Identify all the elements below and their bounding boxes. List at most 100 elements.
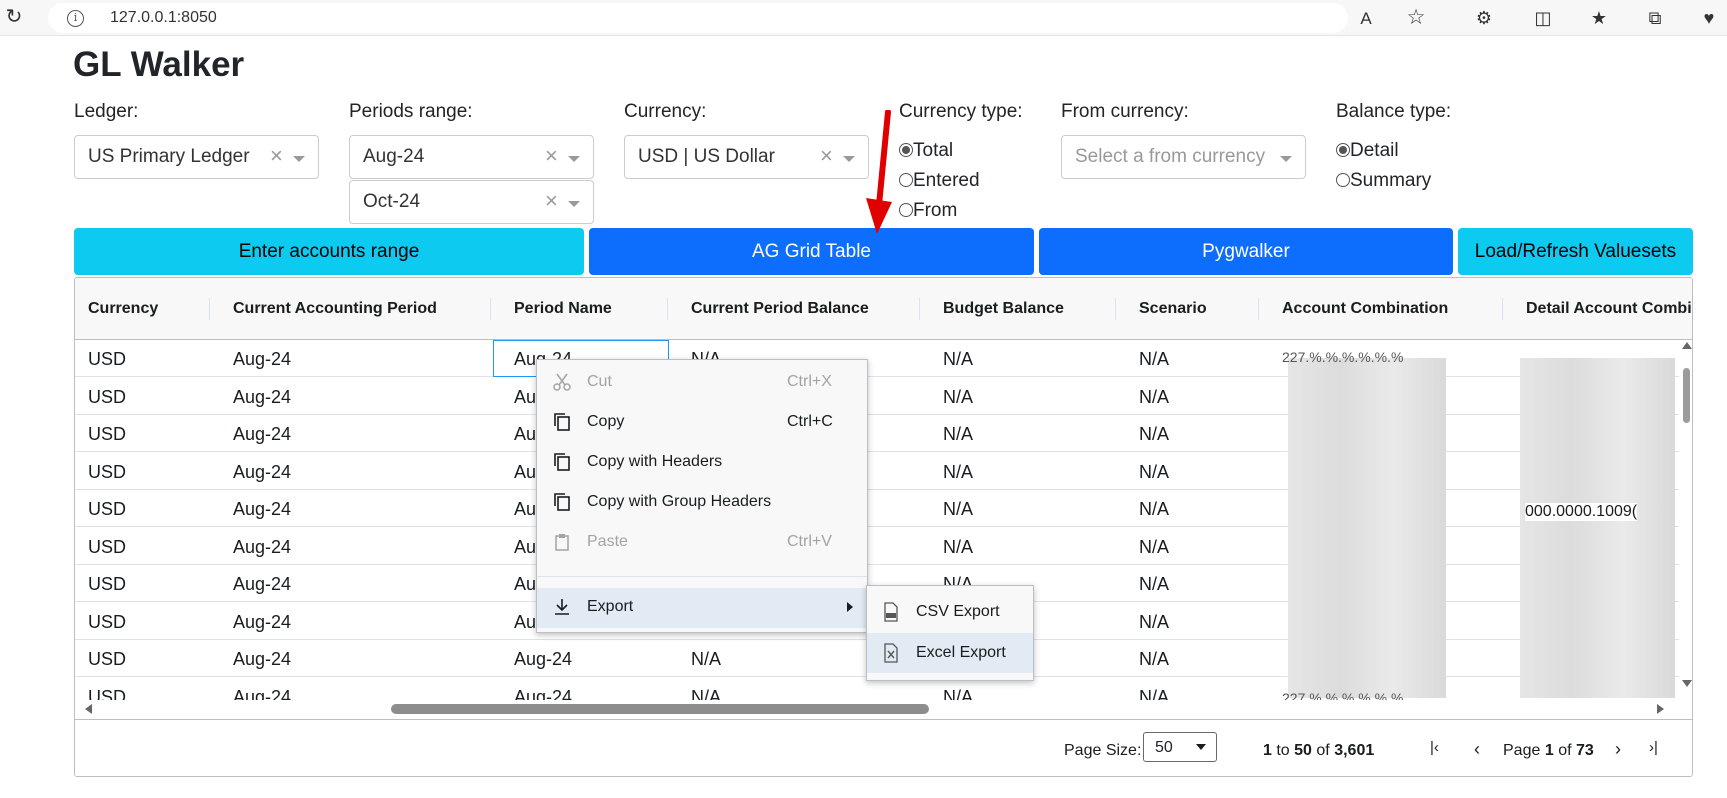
horizontal-scrollbar[interactable] [75,700,1679,718]
scenario-cell[interactable]: N/A [1139,537,1169,558]
column-resizer[interactable] [209,298,210,320]
menu-item-cut[interactable]: Cut Ctrl+X [537,363,867,401]
chevron-down-icon[interactable] [568,201,580,207]
menu-item-copy[interactable]: Copy Ctrl+C [537,403,867,441]
refresh-icon[interactable]: ↻ [3,7,25,27]
currency-type-total-radio[interactable]: Total [899,140,953,168]
column-resizer[interactable] [667,298,668,320]
menu-item-export[interactable]: Export [537,588,867,628]
period-name-cell[interactable]: Au [514,612,536,633]
currency-clear-icon[interactable]: × [820,145,833,167]
menu-item-copy-with-group-headers[interactable]: Copy with Group Headers [537,483,867,521]
column-header[interactable]: Period Name [514,300,612,318]
extensions-icon[interactable]: ⚙ [1473,8,1495,28]
currency-type-entered-radio[interactable]: Entered [899,170,980,198]
site-info-icon[interactable]: i [67,10,84,27]
scenario-cell[interactable]: N/A [1139,462,1169,483]
column-resizer[interactable] [1115,298,1116,320]
scroll-up-icon[interactable] [1682,342,1692,349]
scroll-down-icon[interactable] [1682,680,1692,687]
scenario-cell[interactable]: N/A [1139,387,1169,408]
budget-balance-cell[interactable]: N/A [943,499,973,520]
scroll-right-icon[interactable] [1657,704,1664,714]
load-refresh-valuesets-button[interactable]: Load/Refresh Valuesets [1458,228,1693,275]
period-name-cell[interactable]: Aug-24 [514,649,572,670]
current-period-cell[interactable]: Aug-24 [233,462,291,483]
period-to-dropdown[interactable]: Oct-24 × [349,180,594,224]
ledger-dropdown[interactable]: US Primary Ledger × [74,135,319,179]
table-row[interactable]: USD Aug-24 Au N/A N/A [75,378,1692,415]
current-period-cell[interactable]: Aug-24 [233,387,291,408]
current-period-cell[interactable]: Aug-24 [233,424,291,445]
scenario-cell[interactable]: N/A [1139,424,1169,445]
scenario-cell[interactable]: N/A [1139,499,1169,520]
ledger-clear-icon[interactable]: × [270,145,283,167]
period-name-cell[interactable]: Au [514,387,536,408]
address-bar[interactable]: i 127.0.0.1:8050 A [48,3,1372,33]
table-row[interactable]: USD Aug-24 Au N/A N/A [75,528,1692,565]
period-name-cell[interactable]: Au [514,574,536,595]
scroll-thumb[interactable] [391,704,929,714]
table-row[interactable]: USDAug-24Aug-24N/AN/AN/A [75,340,1692,377]
column-header[interactable]: Budget Balance [943,300,1064,318]
table-row[interactable]: USD Aug-24 Au N/A N/A [75,415,1692,452]
currency-cell[interactable]: USD [88,424,126,445]
column-header[interactable]: Account Combination [1282,300,1448,318]
period-to-clear-icon[interactable]: × [545,190,558,212]
scenario-cell[interactable]: N/A [1139,574,1169,595]
budget-balance-cell[interactable]: N/A [943,349,973,370]
period-name-cell[interactable]: Au [514,537,536,558]
currency-cell[interactable]: USD [88,349,126,370]
chevron-down-icon[interactable] [568,156,580,162]
favorites-icon[interactable]: ★ [1588,8,1610,28]
column-header[interactable]: Current Accounting Period [233,300,437,318]
column-header[interactable]: Detail Account Combi [1526,300,1692,318]
chevron-down-icon[interactable] [293,156,305,162]
from-currency-dropdown[interactable]: Select a from currency [1061,135,1306,179]
period-name-cell[interactable]: Au [514,462,536,483]
menu-item-copy-with-headers[interactable]: Copy with Headers [537,443,867,481]
period-from-clear-icon[interactable]: × [545,145,558,167]
balance-type-detail-radio[interactable]: Detail [1336,140,1399,168]
scenario-cell[interactable]: N/A [1139,612,1169,633]
previous-page-icon[interactable]: ‹ [1474,739,1480,760]
period-name-cell[interactable]: Au [514,424,536,445]
ag-grid-table-button[interactable]: AG Grid Table [589,228,1034,275]
currency-cell[interactable]: USD [88,499,126,520]
scenario-cell[interactable]: N/A [1139,649,1169,670]
current-period-cell[interactable]: Aug-24 [233,649,291,670]
chevron-down-icon[interactable] [1280,156,1292,162]
currency-cell[interactable]: USD [88,387,126,408]
scroll-thumb[interactable] [1683,368,1690,423]
current-period-cell[interactable]: Aug-24 [233,537,291,558]
current-balance-cell[interactable]: N/A [691,649,721,670]
menu-item-csv-export[interactable]: CSV Export [867,592,1033,632]
split-screen-icon[interactable]: ◫ [1532,8,1554,28]
budget-balance-cell[interactable]: N/A [943,424,973,445]
table-row[interactable]: USD Aug-24 Au N/A N/A [75,453,1692,490]
vertical-scrollbar[interactable] [1679,340,1692,715]
menu-item-paste[interactable]: Paste Ctrl+V [537,523,867,561]
next-page-icon[interactable]: › [1615,739,1621,760]
current-period-cell[interactable]: Aug-24 [233,612,291,633]
currency-cell[interactable]: USD [88,537,126,558]
page-size-select[interactable]: 50 [1143,732,1217,762]
period-from-dropdown[interactable]: Aug-24 × [349,135,594,179]
current-period-cell[interactable]: Aug-24 [233,499,291,520]
budget-balance-cell[interactable]: N/A [943,462,973,483]
chevron-down-icon[interactable] [843,156,855,162]
column-header[interactable]: Current Period Balance [691,300,869,318]
last-page-icon[interactable]: ›| [1649,739,1658,756]
collections-icon[interactable]: ⧉ [1644,8,1666,28]
budget-balance-cell[interactable]: N/A [943,537,973,558]
current-period-cell[interactable]: Aug-24 [233,574,291,595]
read-aloud-icon[interactable]: A [1355,9,1377,29]
column-resizer[interactable] [919,298,920,320]
currency-cell[interactable]: USD [88,462,126,483]
column-resizer[interactable] [1258,298,1259,320]
scroll-left-icon[interactable] [85,704,92,714]
column-resizer[interactable] [1502,298,1503,320]
menu-item-excel-export[interactable]: Excel Export [867,633,1033,673]
column-resizer[interactable] [490,298,491,320]
current-period-cell[interactable]: Aug-24 [233,349,291,370]
